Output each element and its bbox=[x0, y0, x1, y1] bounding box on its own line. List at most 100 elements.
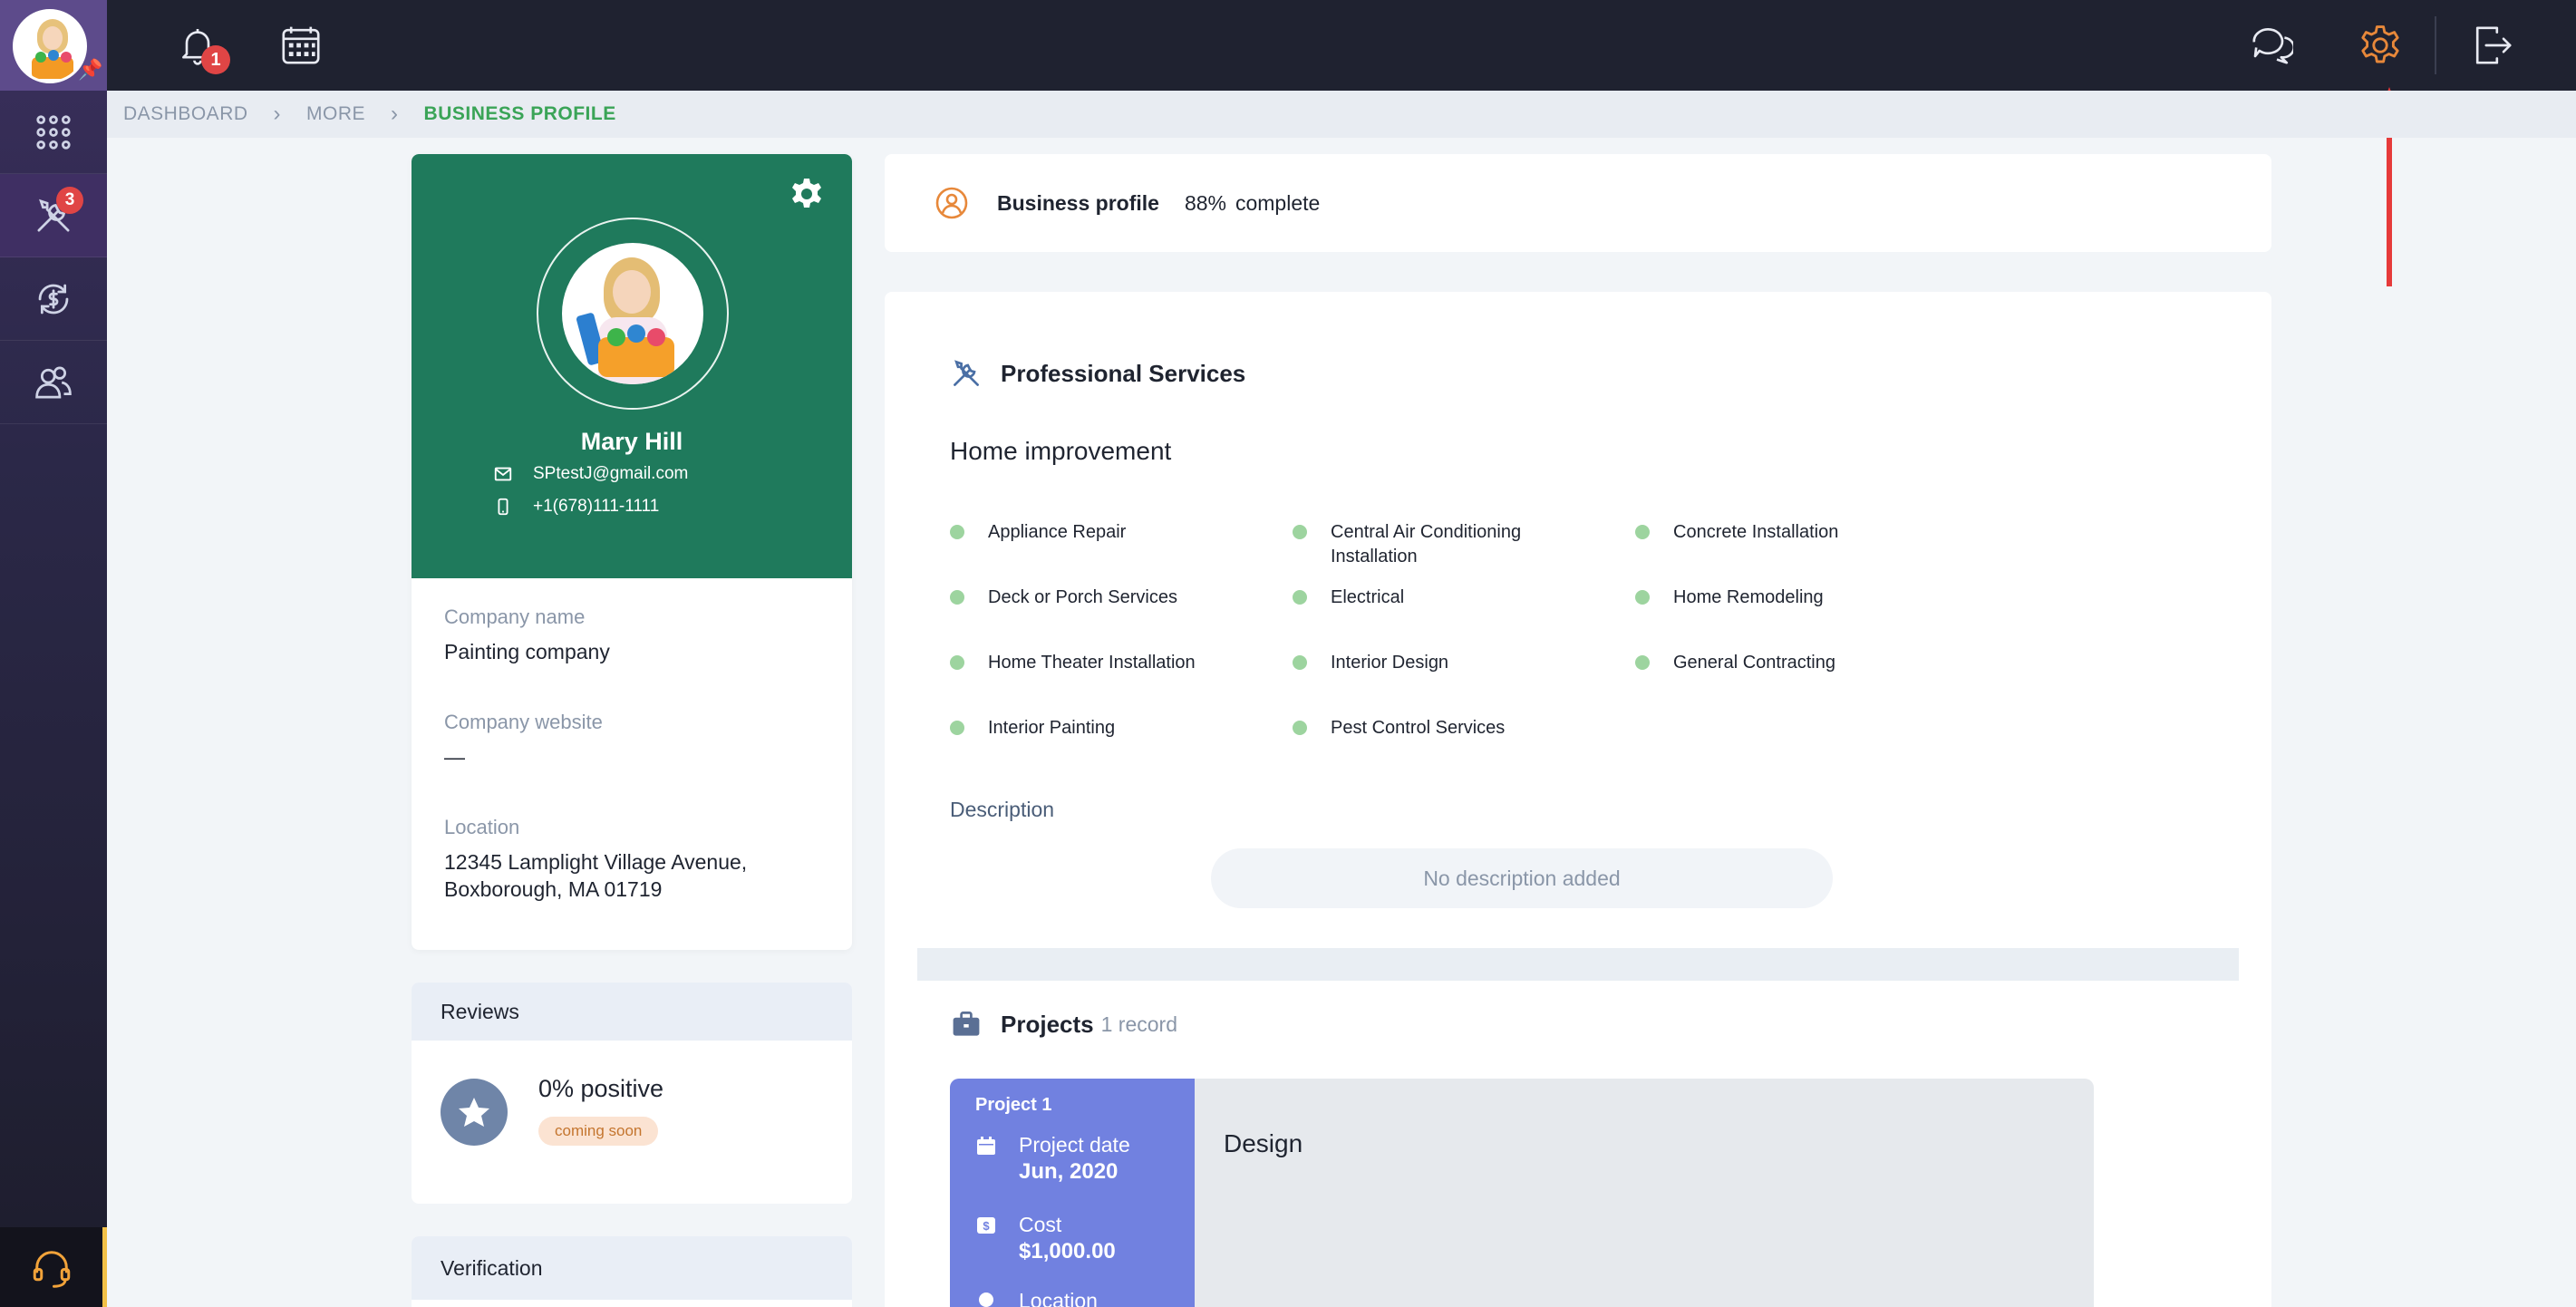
profile-settings-icon[interactable] bbox=[789, 176, 825, 212]
location-value: 12345 Lamplight Village Avenue, Boxborou… bbox=[444, 848, 819, 903]
project-location-label: Location bbox=[1019, 1289, 1098, 1307]
section-divider bbox=[917, 948, 2239, 981]
rail-apps-button[interactable] bbox=[0, 91, 107, 174]
project-card[interactable]: Project 1 Project date Jun, 2020 $ Cost … bbox=[950, 1079, 2094, 1307]
projects-count: 1 record bbox=[1100, 1012, 1177, 1036]
status-dot bbox=[1293, 655, 1307, 670]
company-website-label: Company website bbox=[444, 711, 603, 733]
service-item: Concrete Installation bbox=[1635, 520, 1925, 545]
left-rail: 📌 3 bbox=[0, 0, 107, 1307]
topbar-divider bbox=[2435, 16, 2436, 74]
top-bar: 1 bbox=[107, 0, 2576, 91]
service-item: Pest Control Services bbox=[1293, 716, 1583, 741]
project-date-row: Project date Jun, 2020 bbox=[975, 1133, 1130, 1185]
dollar-icon: $ bbox=[977, 1217, 995, 1234]
breadcrumb-more[interactable]: MORE bbox=[306, 103, 365, 125]
project-label: Project 1 bbox=[975, 1095, 1052, 1115]
reviews-positive: 0% positive bbox=[538, 1075, 664, 1102]
completion-percent: 88% bbox=[1184, 190, 1226, 215]
status-dot bbox=[1293, 590, 1307, 605]
verification-title: Verification bbox=[412, 1236, 852, 1300]
service-item: Home Remodeling bbox=[1635, 586, 1925, 610]
status-dot bbox=[1293, 721, 1307, 735]
profile-card: Mary Hill SPtestJ@gmail.com +1(678)111-1… bbox=[412, 154, 852, 950]
breadcrumb-business-profile: BUSINESS PROFILE bbox=[423, 103, 616, 124]
profile-avatar bbox=[562, 243, 703, 384]
calendar-button[interactable] bbox=[276, 20, 326, 71]
support-button[interactable] bbox=[0, 1227, 107, 1307]
profile-phone[interactable]: +1(678)111-1111 bbox=[533, 497, 659, 517]
breadcrumb-dashboard[interactable]: DASHBOARD bbox=[123, 103, 248, 125]
calendar-icon bbox=[282, 26, 320, 64]
location-line-2: Boxborough, MA 01719 bbox=[444, 877, 663, 901]
tools-icon bbox=[954, 360, 979, 386]
status-dot bbox=[1635, 525, 1650, 539]
rail-team-button[interactable] bbox=[0, 341, 107, 424]
star-icon bbox=[441, 1079, 508, 1146]
business-profile-completion: Business profile 88% complete bbox=[885, 154, 2271, 252]
service-item: Deck or Porch Services bbox=[950, 586, 1240, 610]
user-avatar bbox=[13, 9, 87, 83]
pin-icon[interactable]: 📌 bbox=[78, 58, 102, 82]
settings-button[interactable] bbox=[2355, 20, 2406, 71]
status-dot bbox=[950, 590, 964, 605]
project-summary: Project 1 Project date Jun, 2020 $ Cost … bbox=[950, 1079, 1195, 1307]
team-icon bbox=[35, 366, 72, 398]
logout-button[interactable] bbox=[2467, 20, 2518, 71]
headset-icon bbox=[33, 1251, 70, 1288]
chevron-right-icon: › bbox=[273, 102, 282, 126]
profile-email[interactable]: SPtestJ@gmail.com bbox=[533, 464, 688, 484]
logout-icon bbox=[2475, 26, 2512, 64]
location-pin-icon bbox=[979, 1292, 993, 1307]
service-item: Interior Design bbox=[1293, 651, 1583, 675]
reviews-body: 0% positive coming soon bbox=[412, 1041, 852, 1204]
project-cost: $1,000.00 bbox=[1019, 1239, 1116, 1263]
project-cost-row: $ Cost $1,000.00 bbox=[975, 1213, 1116, 1264]
notifications-badge: 1 bbox=[201, 45, 230, 74]
service-item: Electrical bbox=[1293, 586, 1583, 610]
status-dot bbox=[1635, 590, 1650, 605]
profile-header: Mary Hill SPtestJ@gmail.com +1(678)111-1… bbox=[412, 154, 852, 578]
location-line-1: 12345 Lamplight Village Avenue, bbox=[444, 850, 748, 874]
profile-phone-row: +1(678)111-1111 bbox=[493, 497, 659, 517]
chevron-right-icon: › bbox=[391, 102, 399, 126]
service-item: Interior Painting bbox=[950, 716, 1240, 741]
description-label: Description bbox=[950, 798, 1055, 821]
reviews-title: Reviews bbox=[412, 983, 852, 1041]
location-label: Location bbox=[444, 816, 520, 838]
project-name: Design bbox=[1224, 1129, 1303, 1157]
completion-label: complete bbox=[1235, 190, 1321, 215]
status-dot bbox=[1635, 655, 1650, 670]
project-date-label: Project date bbox=[1019, 1133, 1130, 1157]
professional-services-header: Professional Services bbox=[950, 357, 1245, 390]
description-empty-state: No description added bbox=[1211, 848, 1833, 908]
status-dot bbox=[950, 655, 964, 670]
project-cost-label: Cost bbox=[1019, 1213, 1062, 1236]
rail-services-button[interactable]: 3 bbox=[0, 174, 107, 257]
reviews-card: Reviews 0% positive coming soon bbox=[412, 983, 852, 1204]
service-item: Central Air Conditioning Installation bbox=[1293, 520, 1583, 569]
phone-icon bbox=[498, 498, 508, 516]
tools-badge: 3 bbox=[56, 187, 83, 214]
project-location-row: Location bbox=[975, 1289, 1098, 1307]
gear-icon bbox=[2361, 25, 2399, 63]
status-dot bbox=[950, 525, 964, 539]
user-circle-icon bbox=[935, 187, 968, 219]
projects-header: Projects 1 record bbox=[950, 1008, 1177, 1041]
briefcase-icon bbox=[953, 1012, 980, 1036]
calendar-icon bbox=[977, 1137, 995, 1155]
business-profile-title: Business profile bbox=[997, 190, 1159, 215]
money-cycle-icon bbox=[38, 284, 69, 314]
profile-info: Company name Painting company Company we… bbox=[412, 578, 852, 930]
company-name: Painting company bbox=[444, 640, 610, 663]
user-avatar-button[interactable]: 📌 bbox=[0, 0, 107, 91]
apps-grid-icon bbox=[36, 114, 71, 150]
rail-payments-button[interactable] bbox=[0, 257, 107, 341]
mail-icon bbox=[494, 467, 512, 481]
profile-email-row: SPtestJ@gmail.com bbox=[493, 464, 688, 484]
chat-button[interactable] bbox=[2246, 20, 2297, 71]
coming-soon-badge: coming soon bbox=[538, 1117, 659, 1146]
professional-services-title: Professional Services bbox=[1001, 359, 1246, 387]
project-date: Jun, 2020 bbox=[1019, 1159, 1119, 1184]
breadcrumb: DASHBOARD › MORE › BUSINESS PROFILE bbox=[107, 91, 2576, 138]
